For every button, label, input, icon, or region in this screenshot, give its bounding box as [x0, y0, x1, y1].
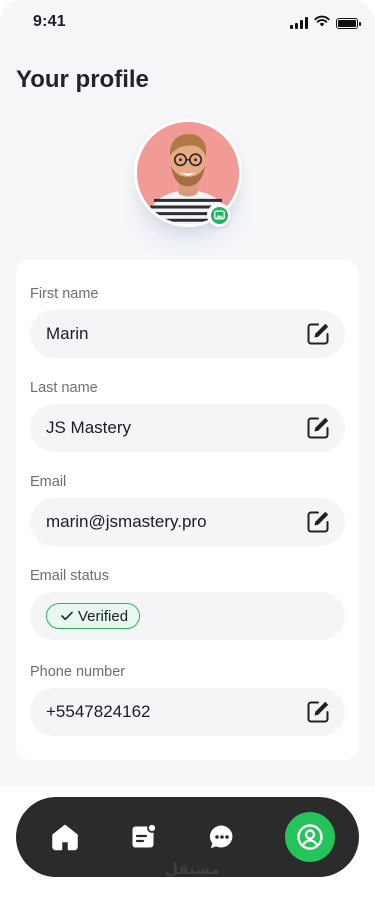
check-icon [61, 611, 73, 621]
last-name-field[interactable]: JS Mastery [30, 404, 345, 452]
edit-email-button[interactable] [305, 509, 331, 535]
first-name-label: First name [30, 286, 99, 302]
status-time: 9:41 [33, 13, 66, 30]
avatar-container [120, 119, 256, 261]
phone-number-value: +5547824162 [46, 702, 151, 721]
page-title: Your profile [16, 66, 149, 93]
nav-chat-button[interactable] [207, 822, 237, 852]
verified-badge: Verified [46, 603, 141, 629]
profile-screen: 9:41 Your profile First name Marin Last … [0, 0, 375, 902]
notes-icon [132, 823, 158, 848]
first-name-field[interactable]: Marin [30, 310, 345, 358]
signal-icon [290, 17, 308, 29]
verified-badge-label: Verified [78, 607, 129, 625]
profile-icon [297, 824, 323, 850]
edit-icon [307, 511, 329, 533]
email-field[interactable]: marin@jsmastery.pro [30, 498, 345, 546]
battery-icon [336, 17, 361, 29]
edit-last-name-button[interactable] [305, 415, 331, 441]
edit-icon [307, 701, 329, 723]
nav-notes-button[interactable] [128, 822, 158, 852]
status-bar: 9:41 [0, 0, 375, 44]
home-icon [52, 824, 78, 851]
avatar-edit-button[interactable] [207, 203, 231, 227]
watermark: مستقل [165, 861, 220, 878]
nav-home-button[interactable] [50, 822, 80, 852]
first-name-value: Marin [46, 324, 89, 343]
edit-phone-number-button[interactable] [305, 699, 331, 725]
phone-number-field[interactable]: +5547824162 [30, 688, 345, 736]
email-label: Email [30, 474, 67, 490]
edit-icon [307, 323, 329, 345]
nav-profile-button[interactable] [284, 812, 335, 862]
wifi-icon [314, 14, 330, 32]
email-status-field: Verified [30, 592, 345, 640]
edit-icon [307, 417, 329, 439]
phone-number-label: Phone number [30, 664, 126, 680]
chat-icon [209, 825, 233, 849]
status-icons [290, 14, 361, 32]
email-status-label: Email status [30, 568, 109, 584]
last-name-label: Last name [30, 380, 98, 396]
profile-card: First name Marin Last name JS Mastery Em [16, 260, 359, 760]
last-name-value: JS Mastery [46, 418, 132, 437]
image-edit-icon [210, 206, 228, 224]
email-value: marin@jsmastery.pro [46, 512, 207, 531]
edit-first-name-button[interactable] [305, 321, 331, 347]
